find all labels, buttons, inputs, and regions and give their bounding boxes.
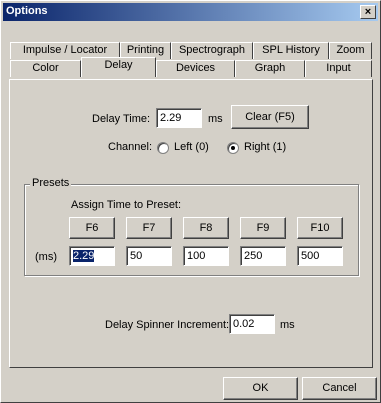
clear-button[interactable]: Clear (F5) bbox=[231, 105, 309, 129]
preset-f10-input[interactable]: 500 bbox=[297, 246, 343, 266]
preset-f6-button[interactable]: F6 bbox=[69, 217, 115, 239]
tab-spl-history[interactable]: SPL History bbox=[253, 42, 329, 59]
channel-left-radio[interactable] bbox=[157, 142, 169, 154]
options-dialog: Options × Impulse / Locator Printing Spe… bbox=[0, 0, 381, 403]
assign-preset-label: Assign Time to Preset: bbox=[71, 199, 182, 211]
preset-f10-button[interactable]: F10 bbox=[297, 217, 343, 239]
preset-f7-input[interactable]: 50 bbox=[126, 246, 172, 266]
tab-devices[interactable]: Devices bbox=[156, 60, 235, 77]
tab-delay[interactable]: Delay bbox=[81, 57, 156, 77]
preset-f8-button[interactable]: F8 bbox=[183, 217, 229, 239]
presets-unit-label: (ms) bbox=[35, 251, 57, 263]
delay-time-input[interactable]: 2.29 bbox=[156, 108, 202, 128]
cancel-button[interactable]: Cancel bbox=[302, 377, 377, 400]
window-title: Options bbox=[6, 5, 48, 17]
tab-spectrograph[interactable]: Spectrograph bbox=[171, 42, 253, 59]
tab-zoom[interactable]: Zoom bbox=[329, 42, 372, 59]
preset-f6-input[interactable]: 2.29 bbox=[69, 246, 115, 266]
spinner-increment-label: Delay Spinner Increment: bbox=[105, 319, 230, 331]
close-icon[interactable]: × bbox=[360, 5, 376, 19]
channel-label: Channel: bbox=[108, 141, 153, 153]
delay-time-unit: ms bbox=[208, 113, 223, 125]
title-bar[interactable]: Options × bbox=[3, 3, 378, 21]
presets-group-title: Presets bbox=[30, 177, 72, 189]
delay-time-label: Delay Time: bbox=[92, 113, 151, 125]
channel-left-label[interactable]: Left (0) bbox=[174, 141, 209, 153]
spinner-increment-unit: ms bbox=[280, 319, 295, 331]
preset-f9-button[interactable]: F9 bbox=[240, 217, 286, 239]
tab-input[interactable]: Input bbox=[305, 60, 372, 77]
channel-right-label[interactable]: Right (1) bbox=[244, 141, 286, 153]
channel-right-radio[interactable] bbox=[227, 142, 239, 154]
tab-color[interactable]: Color bbox=[10, 60, 81, 77]
spinner-increment-input[interactable]: 0.02 bbox=[229, 314, 275, 334]
preset-f7-button[interactable]: F7 bbox=[126, 217, 172, 239]
ok-button[interactable]: OK bbox=[223, 377, 298, 400]
preset-f8-input[interactable]: 100 bbox=[183, 246, 229, 266]
preset-f9-input[interactable]: 250 bbox=[240, 246, 286, 266]
tab-graph[interactable]: Graph bbox=[235, 60, 305, 77]
preset-f6-value: 2.29 bbox=[73, 250, 95, 262]
